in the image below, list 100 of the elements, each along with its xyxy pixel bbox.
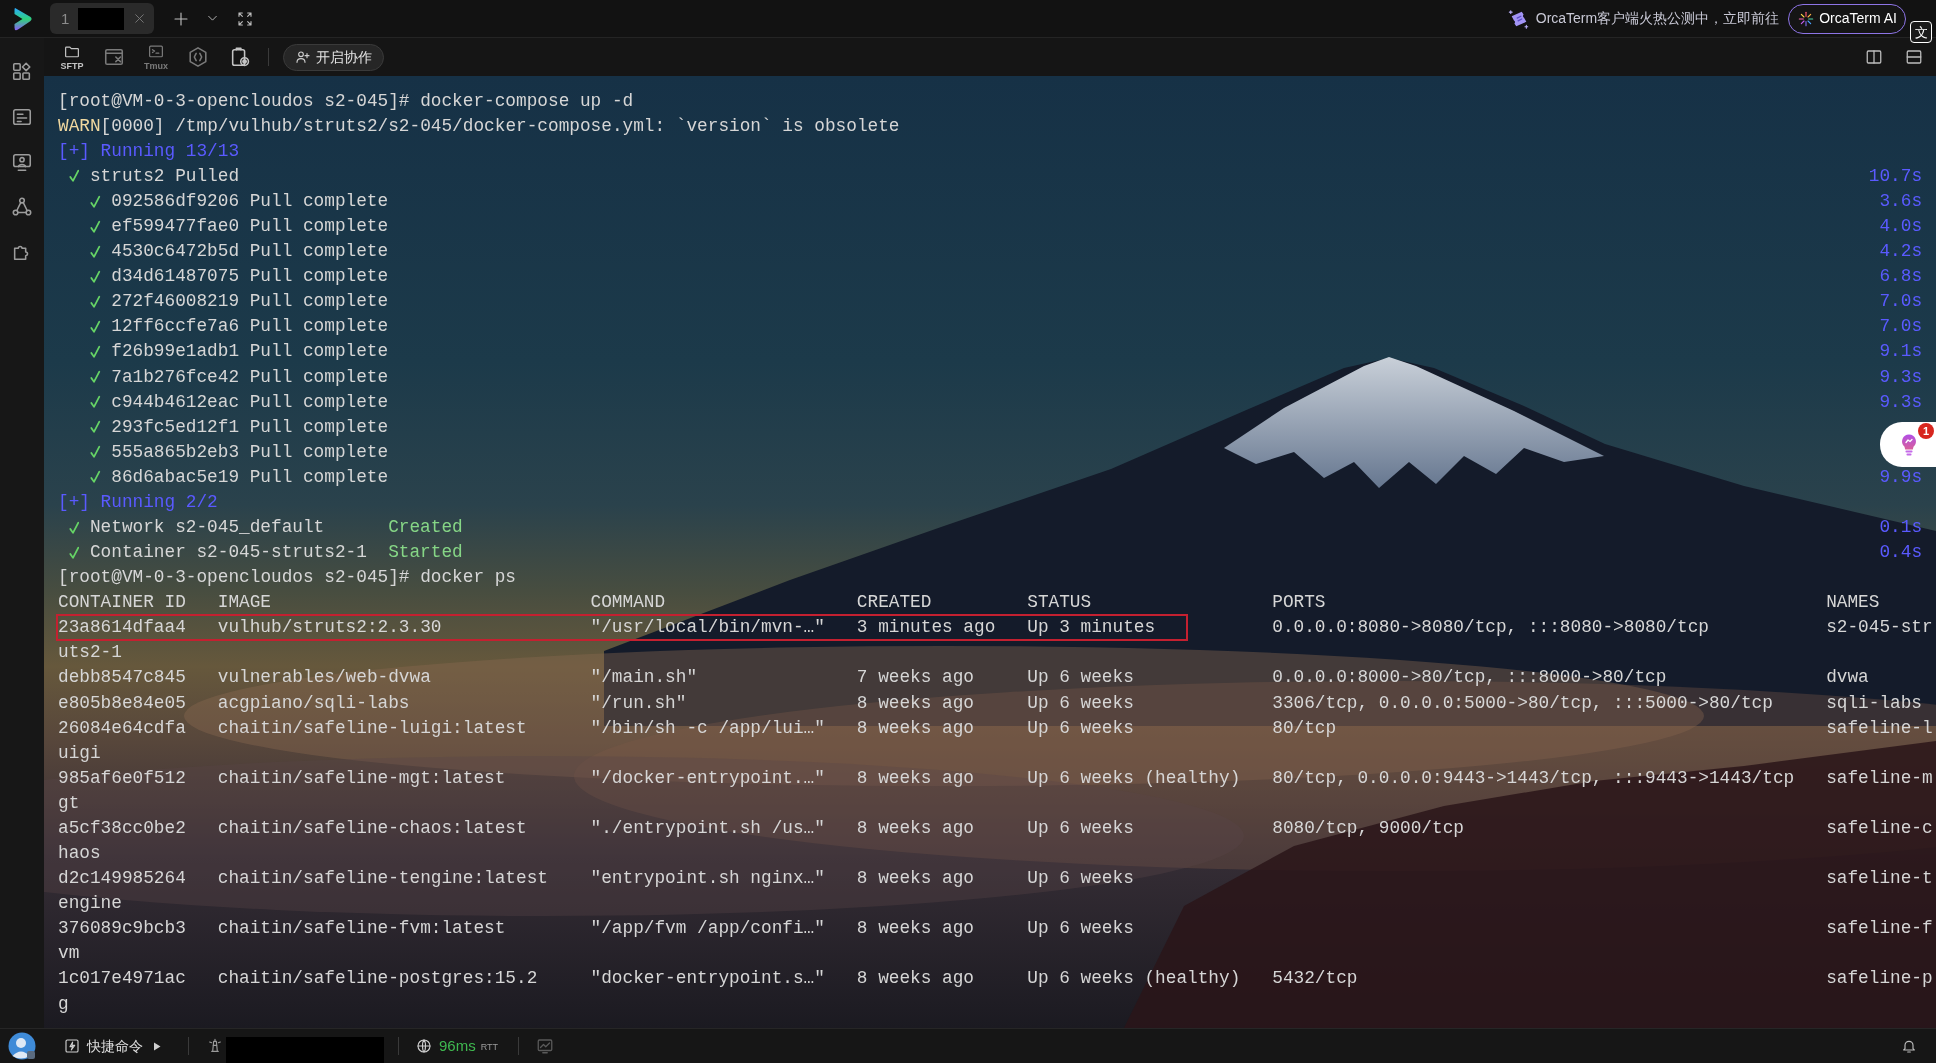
table-cell-text: "entrypoint.sh nginx…" [590, 867, 825, 891]
table-cell-text: Up 6 weeks [1027, 666, 1134, 690]
column-header: CREATED [856, 591, 932, 615]
quick-commands-button[interactable]: 快捷命令 [64, 1033, 161, 1059]
table-cell-text: "/run.sh" [590, 691, 687, 715]
table-cell-text: a5cf38cc0be2 [58, 816, 186, 840]
step-status: Pull complete [249, 465, 389, 489]
person-add-icon [295, 49, 311, 65]
monitor-icon[interactable] [11, 151, 33, 173]
ticket-icon[interactable] [1507, 7, 1530, 30]
elapsed-time: 9.1s [1879, 340, 1923, 364]
table-cell-text: s2-045-str [1826, 616, 1933, 640]
table-cell-text: safeline-f [1826, 917, 1933, 941]
checkmark-icon [89, 293, 101, 310]
checkmark-icon [89, 193, 101, 210]
promo-link[interactable]: OrcaTerm客户端火热公测中，立即前往 [1535, 8, 1780, 29]
latency-value: 96ms [439, 1035, 476, 1056]
step-status: Pull complete [249, 265, 389, 289]
table-cell-text: Up 6 weeks (healthy) [1027, 766, 1241, 790]
shell-command: [root@VM-0-3-opencloudos s2-045]# docker-compose up -d [58, 89, 634, 113]
translate-button[interactable]: 文 [1910, 21, 1932, 43]
caret-right-icon [153, 1041, 161, 1051]
step-status: Pull complete [249, 415, 389, 439]
step-status: Pulled [175, 164, 240, 188]
lighthouse-icon [207, 1038, 223, 1054]
table-cell-text: 8 weeks ago [856, 766, 974, 790]
table-cell-text: 8 weeks ago [856, 967, 974, 991]
table-cell-text: "/docker-entrypoint.…" [590, 766, 825, 790]
table-cell-text: 23a8614dfaa4 [58, 616, 186, 640]
step-name: c944b4612eac [111, 390, 240, 414]
table-cell-text: 3306/tcp, 0.0.0.0:5000->80/tcp, :::5000->80/tcp [1272, 691, 1773, 715]
table-cell-text: chaitin/safeline-mgt:latest [217, 766, 506, 790]
elapsed-time: 4.2s [1879, 240, 1923, 264]
checkmark-icon [89, 444, 101, 461]
sparkle-icon [1798, 10, 1815, 27]
table-cell-text: safeline-t [1826, 867, 1933, 891]
column-header: NAMES [1826, 591, 1880, 615]
notification-badge: 1 [1918, 423, 1934, 439]
table-cell-text: 8 weeks ago [856, 917, 974, 941]
table-cell-text: Up 6 weeks [1027, 867, 1134, 891]
checkmark-icon [89, 419, 101, 436]
table-cell-text: d2c149985264 [58, 867, 186, 891]
checkmark-icon [89, 369, 101, 386]
elapsed-time: 6.8s [1879, 265, 1923, 289]
split-horizontal-icon[interactable] [1905, 48, 1923, 66]
column-header: COMMAND [590, 591, 666, 615]
fullscreen-icon[interactable] [237, 10, 253, 27]
table-cell-text: safeline-p [1826, 967, 1933, 991]
clipboard-icon [229, 46, 251, 68]
lightning-icon [64, 1038, 80, 1054]
step-name: d34d61487075 [111, 265, 240, 289]
close-icon[interactable] [133, 12, 147, 25]
checkmark-icon [68, 519, 80, 536]
table-cell-text: engine [58, 892, 122, 916]
elapsed-time: 7.0s [1879, 290, 1923, 314]
step-status: Pull complete [249, 215, 389, 239]
assistant-button[interactable]: 1 [1880, 422, 1936, 467]
table-cell-text: chaitin/safeline-postgres:15.2 [217, 967, 538, 991]
elapsed-time: 0.4s [1879, 541, 1923, 565]
ai-assistant-button[interactable]: OrcaTerm AI [1788, 3, 1906, 34]
step-status: Created [388, 516, 463, 539]
list-icon[interactable] [11, 106, 33, 128]
step-status: Pull complete [249, 340, 389, 364]
step-name: Container s2-045-struts2-1 [89, 542, 367, 563]
step-name: 555a865b2eb3 [111, 440, 240, 464]
checkmark-icon [68, 168, 80, 185]
table-cell-text: 0.0.0.0:8080->8080/tcp, :::8080->8080/tcp [1272, 616, 1709, 640]
warning-label: WARN [58, 114, 101, 138]
table-cell-text: safeline-m [1826, 766, 1933, 790]
step-status: Pull complete [249, 240, 389, 264]
table-cell-text: safeline-c [1826, 816, 1933, 840]
chart-monitor-icon[interactable] [536, 1037, 555, 1055]
checkmark-icon [89, 268, 101, 285]
table-cell-text: chaitin/safeline-tengine:latest [217, 867, 548, 891]
table-cell-text: Up 6 weeks [1027, 917, 1134, 941]
terminal-tab[interactable]: 1 [50, 3, 154, 34]
step-name: 272f46008219 [111, 290, 240, 314]
table-cell-text: chaitin/safeline-chaos:latest [217, 816, 527, 840]
bell-icon[interactable] [1901, 1038, 1917, 1054]
toolbar-button[interactable]: SFTP [58, 42, 86, 72]
table-cell-text: 0.0.0.0:8000->80/tcp, :::8000->80/tcp [1272, 666, 1667, 690]
avatar-icon[interactable] [8, 1032, 36, 1060]
table-cell-text: 376089c9bcb3 [58, 917, 186, 941]
table-cell-text: 8 weeks ago [856, 867, 974, 891]
warning-message: [0000] /tmp/vulhub/struts2/s2-045/docker-compose.yml: `version` is obsolete [100, 114, 900, 138]
nodes-icon[interactable] [11, 196, 33, 218]
column-header: STATUS [1027, 591, 1092, 615]
step-name: f26b99e1adb1 [111, 340, 240, 364]
plus-icon[interactable] [173, 10, 189, 27]
table-cell-text: 985af6e0f512 [58, 766, 186, 790]
elapsed-time: 9.9s [1879, 465, 1923, 489]
collaborate-button[interactable]: 开启协作 [283, 43, 384, 71]
table-cell-text: 8 weeks ago [856, 691, 974, 715]
shell-command: [root@VM-0-3-opencloudos s2-045]# docker ps [58, 566, 517, 590]
step-status: Pull complete [249, 365, 389, 389]
apps-icon[interactable] [11, 61, 33, 83]
window-icon [103, 46, 125, 68]
elapsed-time: 3.6s [1879, 190, 1923, 213]
elapsed-time: 0.1s [1879, 516, 1923, 539]
split-vertical-icon[interactable] [1865, 48, 1883, 66]
